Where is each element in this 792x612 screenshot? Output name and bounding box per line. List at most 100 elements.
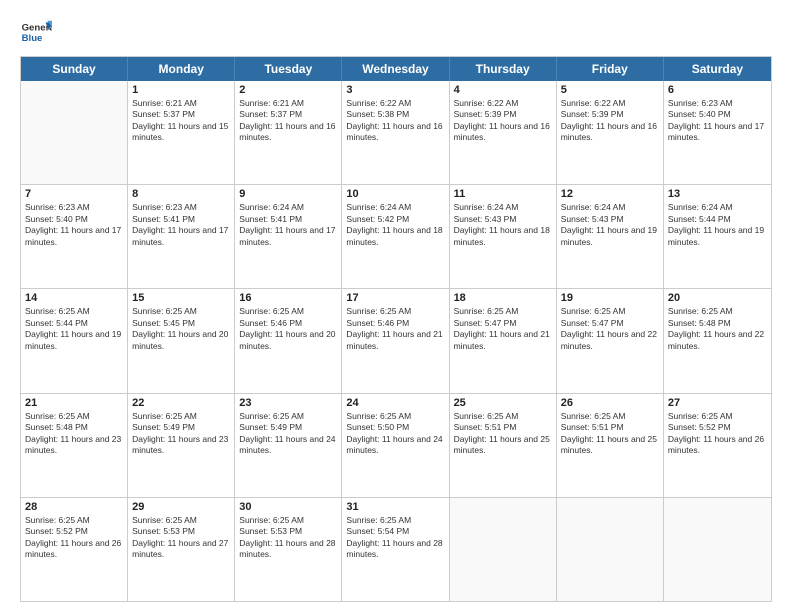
calendar-cell: 22 Sunrise: 6:25 AM Sunset: 5:49 PM Dayli… (128, 394, 235, 497)
calendar-cell: 10 Sunrise: 6:24 AM Sunset: 5:42 PM Dayli… (342, 185, 449, 288)
cell-info: Sunrise: 6:24 AM Sunset: 5:41 PM Dayligh… (239, 202, 337, 248)
cell-info: Sunrise: 6:23 AM Sunset: 5:41 PM Dayligh… (132, 202, 230, 248)
calendar-week-2: 7 Sunrise: 6:23 AM Sunset: 5:40 PM Daylig… (21, 185, 771, 289)
calendar-cell (21, 81, 128, 184)
day-header-tuesday: Tuesday (235, 57, 342, 81)
cell-date: 13 (668, 188, 767, 200)
cell-date: 14 (25, 292, 123, 304)
cell-date: 22 (132, 397, 230, 409)
cell-info: Sunrise: 6:25 AM Sunset: 5:54 PM Dayligh… (346, 515, 444, 561)
cell-date: 20 (668, 292, 767, 304)
calendar-cell: 2 Sunrise: 6:21 AM Sunset: 5:37 PM Daylig… (235, 81, 342, 184)
cell-date: 25 (454, 397, 552, 409)
cell-date: 10 (346, 188, 444, 200)
logo: General Blue (20, 16, 52, 48)
day-header-monday: Monday (128, 57, 235, 81)
calendar-cell: 21Sunrise: 6:25 AM Sunset: 5:48 PM Dayli… (21, 394, 128, 497)
calendar-week-3: 14Sunrise: 6:25 AM Sunset: 5:44 PM Dayli… (21, 289, 771, 393)
cell-info: Sunrise: 6:25 AM Sunset: 5:47 PM Dayligh… (561, 306, 659, 352)
calendar-week-5: 28 Sunrise: 6:25 AM Sunset: 5:52 PM Dayli… (21, 498, 771, 601)
cell-info: Sunrise: 6:21 AM Sunset: 5:37 PM Dayligh… (239, 98, 337, 144)
day-header-saturday: Saturday (664, 57, 771, 81)
cell-date: 31 (346, 501, 444, 513)
cell-info: Sunrise: 6:25 AM Sunset: 5:51 PM Dayligh… (454, 411, 552, 457)
cell-date: 1 (132, 84, 230, 96)
cell-date: 3 (346, 84, 444, 96)
calendar-cell: 25 Sunrise: 6:25 AM Sunset: 5:51 PM Dayli… (450, 394, 557, 497)
cell-info: Sunrise: 6:25 AM Sunset: 5:48 PM Dayligh… (668, 306, 767, 352)
cell-info: Sunrise: 6:24 AM Sunset: 5:42 PM Dayligh… (346, 202, 444, 248)
calendar-header: SundayMondayTuesdayWednesdayThursdayFrid… (21, 57, 771, 81)
calendar-cell: 8 Sunrise: 6:23 AM Sunset: 5:41 PM Daylig… (128, 185, 235, 288)
cell-info: Sunrise: 6:21 AM Sunset: 5:37 PM Dayligh… (132, 98, 230, 144)
calendar-cell: 20 Sunrise: 6:25 AM Sunset: 5:48 PM Dayli… (664, 289, 771, 392)
calendar-cell: 19Sunrise: 6:25 AM Sunset: 5:47 PM Dayli… (557, 289, 664, 392)
cell-date: 30 (239, 501, 337, 513)
cell-date: 4 (454, 84, 552, 96)
cell-date: 28 (25, 501, 123, 513)
calendar: SundayMondayTuesdayWednesdayThursdayFrid… (20, 56, 772, 602)
cell-date: 5 (561, 84, 659, 96)
calendar-cell: 3 Sunrise: 6:22 AM Sunset: 5:38 PM Daylig… (342, 81, 449, 184)
cell-info: Sunrise: 6:23 AM Sunset: 5:40 PM Dayligh… (25, 202, 123, 248)
calendar-cell: 4 Sunrise: 6:22 AM Sunset: 5:39 PM Daylig… (450, 81, 557, 184)
cell-info: Sunrise: 6:25 AM Sunset: 5:51 PM Dayligh… (561, 411, 659, 457)
cell-date: 15 (132, 292, 230, 304)
logo-icon: General Blue (20, 16, 52, 48)
calendar-cell: 28 Sunrise: 6:25 AM Sunset: 5:52 PM Dayli… (21, 498, 128, 601)
calendar-cell: 11Sunrise: 6:24 AM Sunset: 5:43 PM Dayli… (450, 185, 557, 288)
cell-info: Sunrise: 6:22 AM Sunset: 5:38 PM Dayligh… (346, 98, 444, 144)
cell-date: 26 (561, 397, 659, 409)
day-header-sunday: Sunday (21, 57, 128, 81)
calendar-cell: 6 Sunrise: 6:23 AM Sunset: 5:40 PM Daylig… (664, 81, 771, 184)
calendar-cell: 31 Sunrise: 6:25 AM Sunset: 5:54 PM Dayli… (342, 498, 449, 601)
calendar-body: 1 Sunrise: 6:21 AM Sunset: 5:37 PM Daylig… (21, 81, 771, 601)
cell-info: Sunrise: 6:25 AM Sunset: 5:45 PM Dayligh… (132, 306, 230, 352)
calendar-cell (557, 498, 664, 601)
calendar-cell: 12 Sunrise: 6:24 AM Sunset: 5:43 PM Dayli… (557, 185, 664, 288)
calendar-cell: 16Sunrise: 6:25 AM Sunset: 5:46 PM Dayli… (235, 289, 342, 392)
cell-info: Sunrise: 6:25 AM Sunset: 5:49 PM Dayligh… (132, 411, 230, 457)
calendar-cell: 15 Sunrise: 6:25 AM Sunset: 5:45 PM Dayli… (128, 289, 235, 392)
day-header-wednesday: Wednesday (342, 57, 449, 81)
cell-date: 6 (668, 84, 767, 96)
cell-date: 24 (346, 397, 444, 409)
calendar-cell: 7 Sunrise: 6:23 AM Sunset: 5:40 PM Daylig… (21, 185, 128, 288)
cell-date: 12 (561, 188, 659, 200)
cell-info: Sunrise: 6:25 AM Sunset: 5:52 PM Dayligh… (668, 411, 767, 457)
cell-info: Sunrise: 6:25 AM Sunset: 5:53 PM Dayligh… (132, 515, 230, 561)
calendar-week-1: 1 Sunrise: 6:21 AM Sunset: 5:37 PM Daylig… (21, 81, 771, 185)
cell-info: Sunrise: 6:24 AM Sunset: 5:43 PM Dayligh… (561, 202, 659, 248)
cell-info: Sunrise: 6:23 AM Sunset: 5:40 PM Dayligh… (668, 98, 767, 144)
cell-date: 29 (132, 501, 230, 513)
calendar-cell: 9Sunrise: 6:24 AM Sunset: 5:41 PM Daylig… (235, 185, 342, 288)
day-header-friday: Friday (557, 57, 664, 81)
cell-date: 7 (25, 188, 123, 200)
cell-info: Sunrise: 6:25 AM Sunset: 5:47 PM Dayligh… (454, 306, 552, 352)
cell-info: Sunrise: 6:22 AM Sunset: 5:39 PM Dayligh… (561, 98, 659, 144)
cell-date: 17 (346, 292, 444, 304)
calendar-cell: 13Sunrise: 6:24 AM Sunset: 5:44 PM Dayli… (664, 185, 771, 288)
cell-date: 23 (239, 397, 337, 409)
calendar-cell: 14Sunrise: 6:25 AM Sunset: 5:44 PM Dayli… (21, 289, 128, 392)
cell-date: 2 (239, 84, 337, 96)
calendar-cell: 26 Sunrise: 6:25 AM Sunset: 5:51 PM Dayli… (557, 394, 664, 497)
cell-date: 21 (25, 397, 123, 409)
page: General Blue SundayMondayTuesdayWednesda… (0, 0, 792, 612)
cell-date: 11 (454, 188, 552, 200)
cell-date: 8 (132, 188, 230, 200)
calendar-cell: 1 Sunrise: 6:21 AM Sunset: 5:37 PM Daylig… (128, 81, 235, 184)
calendar-week-4: 21Sunrise: 6:25 AM Sunset: 5:48 PM Dayli… (21, 394, 771, 498)
calendar-cell: 23 Sunrise: 6:25 AM Sunset: 5:49 PM Dayli… (235, 394, 342, 497)
calendar-cell: 5 Sunrise: 6:22 AM Sunset: 5:39 PM Daylig… (557, 81, 664, 184)
cell-info: Sunrise: 6:22 AM Sunset: 5:39 PM Dayligh… (454, 98, 552, 144)
cell-info: Sunrise: 6:25 AM Sunset: 5:46 PM Dayligh… (239, 306, 337, 352)
cell-date: 18 (454, 292, 552, 304)
day-header-thursday: Thursday (450, 57, 557, 81)
header: General Blue (20, 16, 772, 48)
cell-date: 27 (668, 397, 767, 409)
cell-info: Sunrise: 6:25 AM Sunset: 5:49 PM Dayligh… (239, 411, 337, 457)
calendar-cell: 27 Sunrise: 6:25 AM Sunset: 5:52 PM Dayli… (664, 394, 771, 497)
cell-info: Sunrise: 6:25 AM Sunset: 5:53 PM Dayligh… (239, 515, 337, 561)
cell-info: Sunrise: 6:25 AM Sunset: 5:52 PM Dayligh… (25, 515, 123, 561)
